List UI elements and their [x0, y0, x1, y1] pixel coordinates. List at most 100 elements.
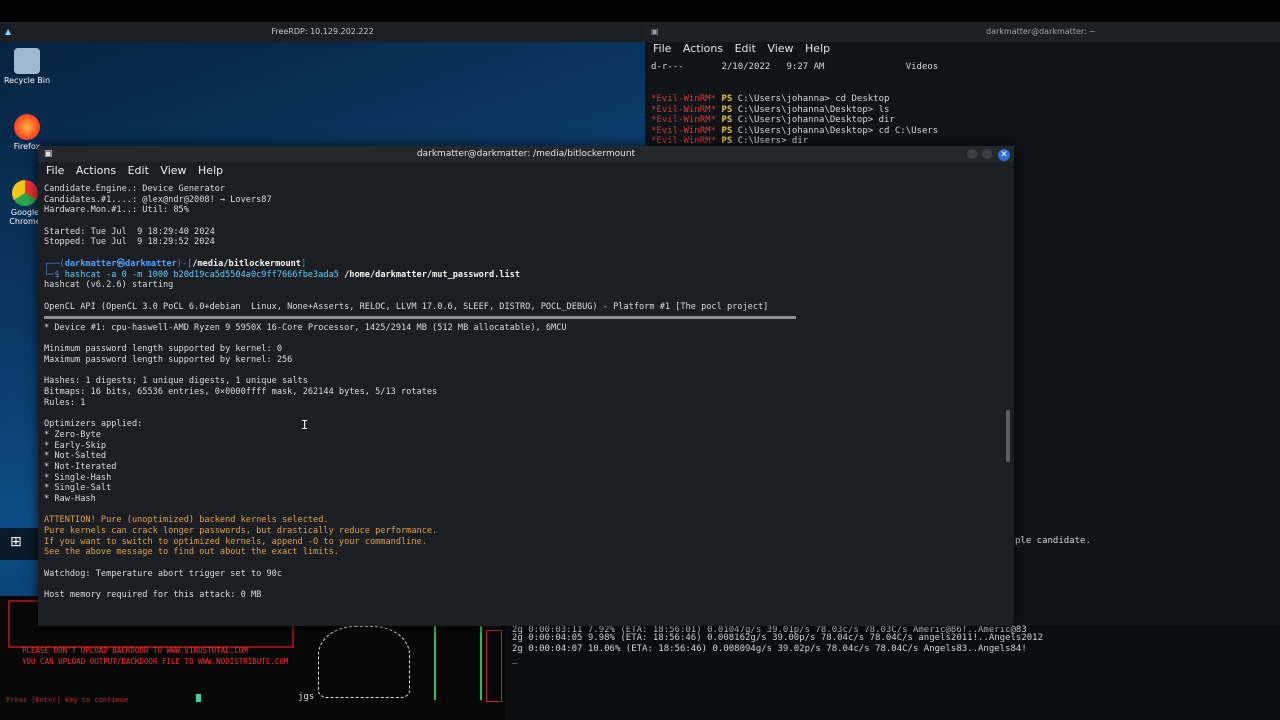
command-text: C:\Users\johanna\Desktop> dir: [737, 115, 895, 126]
menu-view[interactable]: View: [160, 164, 186, 177]
menu-edit[interactable]: Edit: [735, 42, 756, 55]
prompt-user: darkmatter㉿darkmatter: [64, 258, 177, 269]
output-line: Bitmaps: 16 bits, 65536 entries, 0×0000f…: [44, 387, 438, 398]
evil-winrm-tag: *Evil-WinRM*: [651, 94, 717, 104]
output-line: Hashes: 1 digests; 1 unique digests, 1 u…: [44, 376, 308, 387]
output-line: * Device #1: cpu-haswell-AMD Ryzen 9 595…: [44, 322, 567, 333]
ascii-maze-art: [434, 624, 482, 700]
ps-tag: PS: [721, 104, 733, 115]
wordlist-arg: /home/darkmatter/mut_password.list: [338, 269, 521, 280]
command-text: C:\Users\johanna> cd Desktop: [737, 94, 890, 104]
progress-cursor: _: [512, 655, 518, 665]
output-line: Hardware.Mon.#1..: Util: 85%: [44, 205, 189, 216]
output-line: Candidates.#1....: @lex@ndr@2008! → Love…: [44, 194, 272, 205]
output-line: Started: Tue Jul 9 18:29:40 2024: [44, 226, 215, 237]
main-terminal-menubar: File Actions Edit View Help: [38, 164, 1014, 181]
close-button[interactable]: ✕: [998, 149, 1010, 161]
evil-winrm-tag: *Evil-WinRM*: [651, 125, 717, 136]
text-cursor: [196, 694, 201, 702]
terminal-scrollbar[interactable]: [1006, 410, 1010, 462]
menu-file[interactable]: File: [46, 164, 64, 177]
evil-winrm-line: *Evil-WinRM* PS C:\Users\johanna\Desktop…: [651, 115, 938, 126]
hashcat-command: hashcat -a 0 -m 1000 b20d19ca5d5504a0c9f…: [64, 269, 339, 280]
progress-line: 2g 0:00:04:05 9.98% (ETA: 18:56:46) 0.00…: [512, 633, 1044, 643]
ascii-red-bar: [486, 630, 502, 702]
ps-tag: PS: [721, 125, 733, 136]
output-line: * Single-Hash: [44, 472, 112, 483]
output-block-warnings: ATTENTION! Pure (unoptimized) backend ke…: [44, 515, 1004, 558]
command-line: └─$ hashcat -a 0 -m 1000 b20d19ca5d5504a…: [44, 270, 1004, 281]
cracking-progress-terminal: 2g 0:00:03:11 7.92% (ETA: 18:56:01) 0.01…: [505, 625, 1280, 720]
desktop-icon-label: Firefox: [13, 142, 41, 151]
prompt-path: /media/bitlockermount: [192, 258, 301, 269]
maximize-button[interactable]: [982, 149, 992, 159]
command-text: C:\Users\johanna\Desktop> cd C:\Users: [737, 125, 939, 136]
evil-winrm-line: *Evil-WinRM* PS C:\Users\johanna> cd Des…: [651, 94, 938, 105]
press-enter-text: Press [Enter] key to continue: [6, 696, 129, 704]
output-line: ATTENTION! Pure (unoptimized) backend ke…: [44, 515, 329, 526]
ps-tag: PS: [721, 115, 733, 126]
firefox-icon: [14, 114, 40, 140]
menu-actions[interactable]: Actions: [683, 42, 723, 55]
desktop-icon-label: Google Chrome: [9, 208, 41, 226]
output-block-tail: Watchdog: Temperature abort trigger set …: [44, 558, 1004, 601]
ascii-signature: jgs: [298, 692, 315, 702]
menu-help[interactable]: Help: [198, 164, 223, 177]
output-line: If you want to switch to optimized kerne…: [44, 536, 427, 547]
chrome-icon: [12, 180, 38, 206]
dir-listing-row: d-r--- 2/10/2022 9:27 AM Videos: [651, 62, 938, 73]
right-terminal-titlebar[interactable]: ▣ darkmatter@darkmatter: ~: [645, 22, 1280, 42]
recycle-bin-icon: [14, 48, 40, 74]
screen-top-bar: [0, 0, 1280, 22]
main-terminal-titlebar[interactable]: ▣ darkmatter@darkmatter: /media/bitlocke…: [38, 146, 1014, 162]
ransom-warning-2: YOU CAN UPLOAD OUTPUT/BACKDOOR FILE TO W…: [22, 657, 289, 666]
windows-start-icon[interactable]: ⊞: [10, 534, 22, 550]
dir-date: 2/10/2022: [721, 62, 771, 72]
right-terminal-partial-text: ple candidate.: [1015, 536, 1091, 546]
output-line: OpenCL API (OpenCL 3.0 PoCL 6.0+debian L…: [44, 301, 769, 312]
output-line: Watchdog: Temperature abort trigger set …: [44, 568, 282, 579]
platform-separator: [44, 316, 796, 319]
desktop-icon-recycle-bin[interactable]: Recycle Bin: [0, 48, 54, 85]
menu-file[interactable]: File: [653, 42, 671, 55]
ps-tag: PS: [721, 94, 733, 104]
output-line: * Early-Skip: [44, 440, 107, 451]
freerdp-titlebar[interactable]: ▲ FreeRDP: 10.129.202.222: [0, 22, 645, 42]
menu-help[interactable]: Help: [805, 42, 830, 55]
output-line: Host memory required for this attack: 0 …: [44, 590, 262, 601]
output-line: * Zero-Byte: [44, 429, 101, 440]
evil-winrm-line: *Evil-WinRM* PS C:\Users\johanna\Desktop…: [651, 105, 938, 116]
prompt-mid: )-[: [176, 258, 193, 269]
output-line: hashcat (v6.2.6) starting: [44, 280, 174, 291]
menu-edit[interactable]: Edit: [128, 164, 149, 177]
terminal-icon: ▣: [651, 27, 659, 36]
command-text: C:\Users\johanna\Desktop> ls: [737, 104, 890, 115]
prompt-open: ┌──(: [44, 258, 65, 269]
output-line: See the above message to find out about …: [44, 547, 339, 558]
shell-prompt-line: ┌──(darkmatter㉿darkmatter)-[/media/bitlo…: [44, 259, 1004, 270]
ascii-owl-art: [318, 626, 410, 698]
command-text: C:\Users> dir: [737, 136, 809, 147]
main-terminal-output[interactable]: Candidate.Engine.: Device Generator Candi…: [44, 184, 1004, 624]
terminal-icon: ▣: [44, 149, 53, 159]
menu-actions[interactable]: Actions: [76, 164, 116, 177]
dir-time: 9:27 AM: [786, 62, 825, 72]
output-line: Optimizers applied:: [44, 419, 143, 430]
output-line: Pure kernels can crack longer passwords,…: [44, 526, 438, 536]
ransom-warning-1: PLEASE DON'T UPLOAD BACKDOOR TO WWW.VIRU…: [22, 646, 248, 655]
prompt-arrow: └─$: [44, 269, 65, 280]
output-line: * Single-Salt: [44, 483, 112, 494]
minimize-button[interactable]: [967, 149, 977, 159]
output-line: Candidate.Engine.: Device Generator: [44, 184, 226, 194]
evil-winrm-line: *Evil-WinRM* PS C:\Users\johanna\Desktop…: [651, 126, 938, 137]
output-line: Stopped: Tue Jul 9 18:29:52 2024: [44, 237, 215, 248]
output-block-pre: Candidate.Engine.: Device Generator Candi…: [44, 184, 1004, 259]
mouse-ibeam-icon: I: [301, 418, 309, 432]
progress-line: 2g 0:00:04:07 10.06% (ETA: 18:56:46) 0.0…: [512, 644, 1027, 654]
menu-view[interactable]: View: [767, 42, 793, 55]
evil-winrm-tag: *Evil-WinRM*: [651, 136, 717, 147]
